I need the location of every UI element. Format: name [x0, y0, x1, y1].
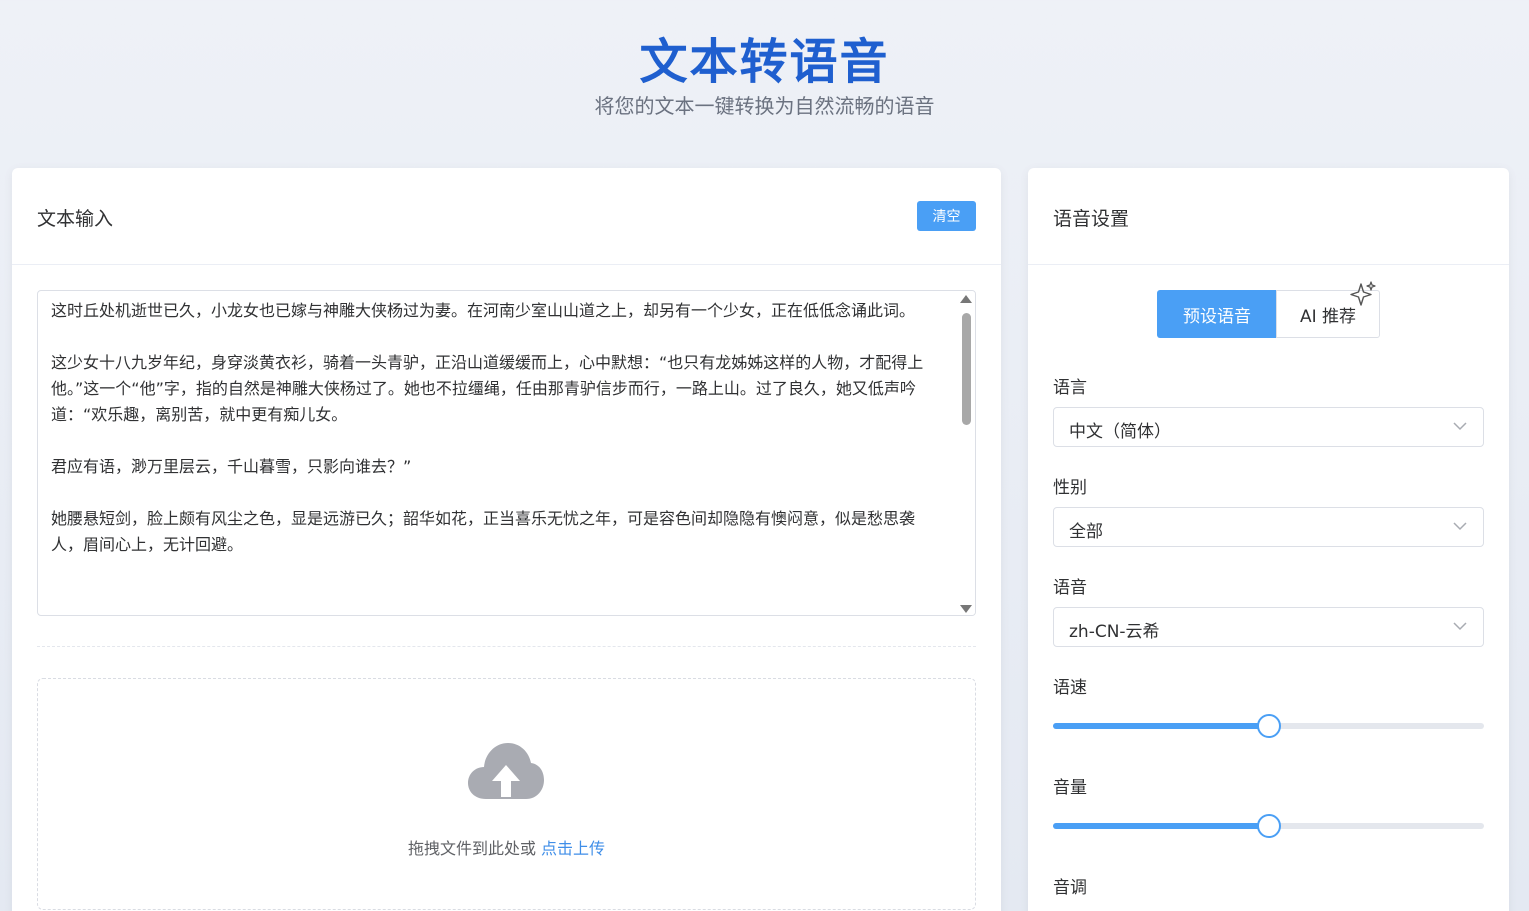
voice-select[interactable]: zh-CN-云希: [1053, 607, 1484, 647]
volume-slider[interactable]: [1053, 814, 1484, 838]
gender-select[interactable]: 全部: [1053, 507, 1484, 547]
upload-hint-text: 拖拽文件到此处或: [407, 839, 536, 858]
voice-settings-card: 语音设置 预设语音 AI 推荐 语言 中文（简体） 性别 全部 语音 zh-CN…: [1028, 168, 1509, 911]
voice-mode-tabs: 预设语音 AI 推荐: [1157, 281, 1380, 338]
text-input-area[interactable]: 这时丘处机逝世已久，小龙女也已嫁与神雕大侠杨过为妻。在河南少室山山道之上，却另有…: [37, 290, 976, 616]
rate-slider-fill: [1053, 723, 1269, 729]
divider: [37, 646, 976, 647]
volume-label: 音量: [1053, 778, 1087, 798]
text-input-content[interactable]: 这时丘处机逝世已久，小龙女也已嫁与神雕大侠杨过为妻。在河南少室山山道之上，却另有…: [51, 298, 946, 558]
textarea-scrollbar[interactable]: [957, 291, 975, 615]
scroll-down-icon[interactable]: [960, 605, 972, 613]
rate-slider-thumb[interactable]: [1256, 714, 1281, 738]
gender-value: 全部: [1069, 522, 1103, 542]
text-input-title: 文本输入: [37, 208, 114, 230]
rate-slider[interactable]: [1053, 714, 1484, 738]
clear-button[interactable]: 清空: [917, 201, 976, 231]
chevron-down-icon: [1453, 622, 1467, 631]
pitch-label: 音调: [1053, 878, 1087, 898]
language-select[interactable]: 中文（简体）: [1053, 407, 1484, 447]
volume-slider-thumb[interactable]: [1256, 814, 1281, 838]
page-subtitle: 将您的文本一键转换为自然流畅的语音: [594, 94, 935, 118]
text-input-card: 文本输入 清空 这时丘处机逝世已久，小龙女也已嫁与神雕大侠杨过为妻。在河南少室山…: [12, 168, 1001, 911]
voice-settings-header: 语音设置: [1028, 168, 1509, 265]
rate-label: 语速: [1053, 678, 1087, 698]
upload-dropzone[interactable]: 拖拽文件到此处或 点击上传: [37, 678, 976, 910]
cloud-upload-icon: [468, 743, 544, 799]
tab-preset-voice[interactable]: 预设语音: [1157, 290, 1277, 338]
chevron-down-icon: [1453, 522, 1467, 531]
upload-hint: 拖拽文件到此处或 点击上传: [38, 835, 975, 859]
language-label: 语言: [1053, 378, 1087, 398]
language-value: 中文（简体）: [1069, 422, 1171, 442]
scroll-thumb[interactable]: [962, 313, 971, 425]
text-input-header: 文本输入 清空: [12, 168, 1001, 265]
upload-link[interactable]: 点击上传: [541, 839, 605, 858]
voice-settings-title: 语音设置: [1053, 208, 1130, 230]
chevron-down-icon: [1453, 422, 1467, 431]
voice-value: zh-CN-云希: [1069, 622, 1160, 642]
volume-slider-fill: [1053, 823, 1269, 829]
page-title: 文本转语音: [639, 34, 890, 90]
voice-label: 语音: [1053, 578, 1087, 598]
sparkle-icon: [1350, 281, 1376, 306]
scroll-up-icon[interactable]: [960, 295, 972, 303]
gender-label: 性别: [1053, 478, 1087, 498]
